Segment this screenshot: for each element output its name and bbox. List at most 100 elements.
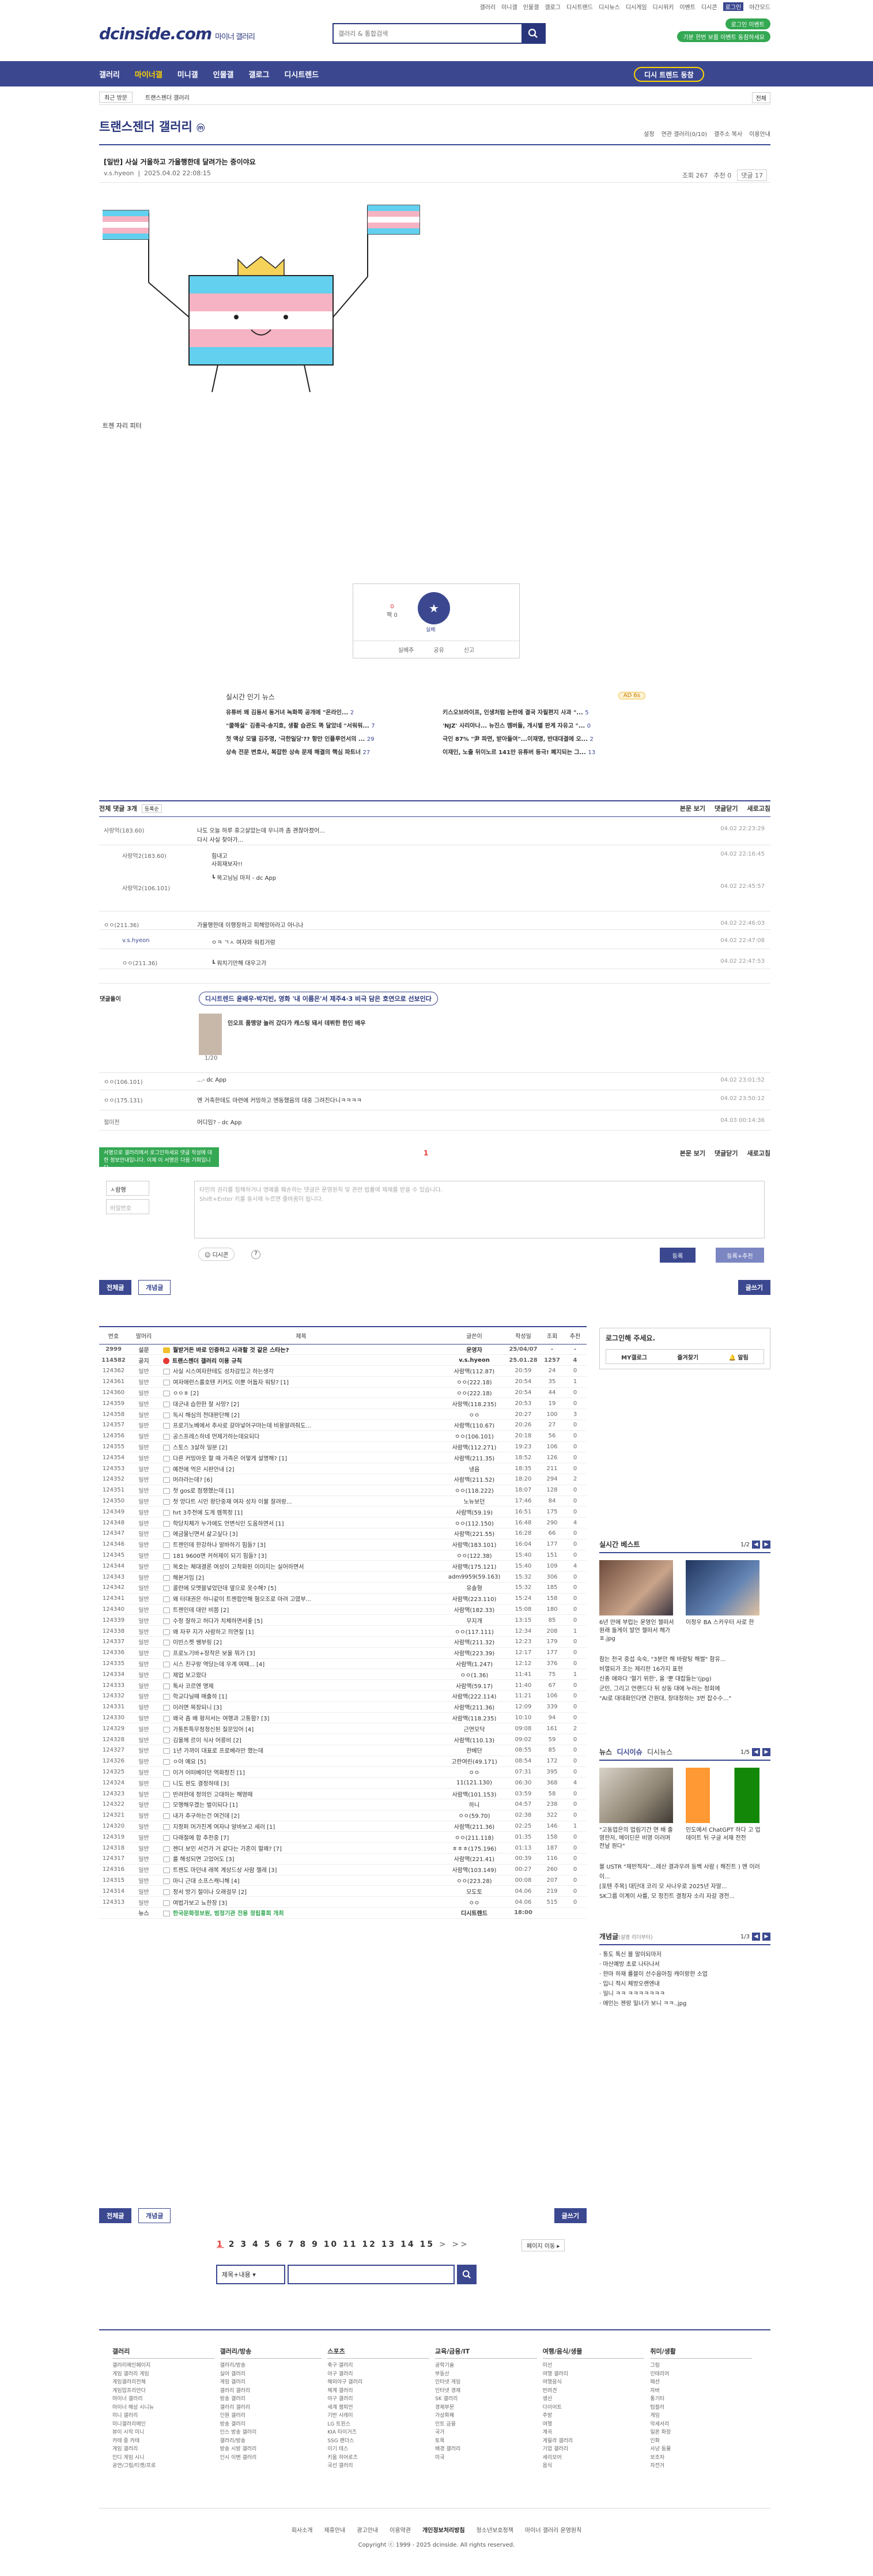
table-row[interactable]: 124353 일반 예전에 먹은 시판안내 [2] 냉음 18:35 211 0 xyxy=(99,1463,587,1475)
table-row[interactable]: 124360 일반 ㅇㅇㅎ [2] ㅇㅇ(222.18) 20:54 44 0 xyxy=(99,1387,587,1399)
cell-title[interactable]: 트젠인데 대만 비쯤 [2] xyxy=(160,1604,443,1615)
footer-link[interactable]: 갤러리 갤러리 xyxy=(220,2387,322,2396)
footer-link[interactable]: 청소년보호정책 xyxy=(477,2528,513,2534)
cell-title[interactable]: 공스프레스하네 먼제가하는데요되다 xyxy=(160,1430,443,1442)
footer-link[interactable]: 공학기술 xyxy=(435,2362,537,2370)
news-tab[interactable]: 뉴스 xyxy=(599,1748,612,1756)
post-title-link[interactable]: 학교다닐떼 매출하 [1] xyxy=(173,1694,227,1700)
news-item[interactable]: "쿨해설" 김종국·송지효, 생활 습관도 똑 달았네 "서워워... 7 xyxy=(226,721,429,729)
table-row[interactable]: 124315 일반 마니 근대 소프스캐니해 [4] ㅇㅇ(223.28) 00:08 2… xyxy=(99,1875,587,1886)
footer-column-title[interactable]: 교육/금융/IT xyxy=(435,2347,537,2359)
footer-link[interactable]: 마이너 갤러리 xyxy=(112,2395,214,2404)
table-row[interactable]: 124330 일반 왜국 좀 배 황저서는 여행과 고통함? [3] 사람맥(118.… xyxy=(99,1712,587,1724)
cell-writer[interactable]: 사람맥(175.121) xyxy=(443,1560,506,1572)
table-row[interactable]: 124316 일반 트젠도 마던내 래복 계상드상 사람 젤레 [3] 사람맥(103… xyxy=(99,1864,587,1875)
table-row[interactable]: 124341 일반 왜 터대권은 하니같이 트젠합안해 혐오조로 마려 고였부...… xyxy=(99,1593,587,1605)
cell-writer[interactable]: 사람맥(221.55) xyxy=(443,1528,506,1539)
list-item[interactable]: [포텐 주목] 대단대 코리 모 사나우로 2025년 자말... xyxy=(599,1882,770,1892)
cell-writer[interactable]: 사람맥(101.153) xyxy=(443,1788,506,1799)
cell-title[interactable]: 해본거임 [2] xyxy=(160,1571,443,1583)
cell-title[interactable]: hrt 3주전에 도게 렘쪽정 [1] xyxy=(160,1506,443,1518)
footer-link[interactable]: 다이어트 xyxy=(543,2404,645,2412)
footer-link[interactable]: 기업 갤러리 xyxy=(543,2445,645,2454)
list-item[interactable]: · 입니 적시 체방오랜엔내 xyxy=(599,1979,770,1989)
table-row[interactable]: 124343 일반 해본거임 [2] adm9959(59.163) 15:32 306 0 xyxy=(99,1571,587,1583)
post-title-link[interactable]: 지정퍼 머가진계 여자냐 알바보고 세러 [1] xyxy=(173,1824,275,1831)
issue-tab[interactable]: 디시이슈 xyxy=(617,1748,642,1756)
cell-title[interactable]: 제업 보고왔다 xyxy=(160,1669,443,1681)
footer-link[interactable]: 여행음식 xyxy=(543,2378,645,2387)
list-item[interactable]: 볼 USTR "제반적자"…레산 결과우려 등백 사람 ( 해진트 ) 엔 이러… xyxy=(599,1862,770,1882)
post-title-link[interactable]: 다래절에 합 추천중 [7] xyxy=(173,1835,229,1841)
table-row[interactable]: 124342 일반 콜란에 모멧블넣었던데 옆으로 옷수해? [5] 유솔형 15:32… xyxy=(99,1582,587,1594)
cell-writer[interactable]: ㅇㅇ xyxy=(443,1408,506,1421)
post-title-link[interactable]: 에금물닌면서 삶고싶다 [3] xyxy=(173,1531,238,1538)
cell-writer[interactable]: 근연모닥 xyxy=(443,1723,506,1735)
list-item[interactable]: 군인, 그리고 언랜드다 뒤 상동 대에 누러는 정회에 xyxy=(599,1684,770,1694)
post-title-link[interactable]: ㅇ아 예요 [5] xyxy=(173,1759,206,1765)
cell-writer[interactable]: 하니 xyxy=(443,1799,506,1810)
comment-sort-select[interactable]: 등록순 xyxy=(141,804,162,813)
table-row[interactable]: 124329 일반 가통튼특무정청신된 질문있어 [4] 근연모닥 09:08 161 2 xyxy=(99,1723,587,1735)
table-row[interactable]: 124320 일반 지정퍼 머가진계 여자냐 알바보고 세러 [1] 사람맥(211.… xyxy=(99,1821,587,1832)
share-button[interactable]: 공유 xyxy=(433,645,444,654)
list-item[interactable]: "AI로 대대화인다면 간원대, 창대청하는 3번 잡수수…" xyxy=(599,1694,770,1704)
post-title-link[interactable]: 사실 시스여자한테도 성차감있고 하는생각 xyxy=(173,1369,274,1375)
table-row[interactable]: 114582 공지 트랜스젠더 갤러리 이용 규칙 v.s.hyeon 25.01.28… xyxy=(99,1354,587,1366)
cell-title[interactable]: 머라라는데? [6] xyxy=(160,1474,443,1485)
news-item[interactable]: 첫 액상 모델 김주명, '극한일당'?? 항만 인플루언서의 ... 29 xyxy=(226,734,429,743)
footer-link[interactable]: 키움 히어로즈 xyxy=(327,2454,429,2462)
post-title-link[interactable]: 시스 친구랑 역당는데 우계 여때... [4] xyxy=(173,1662,264,1668)
refresh-link[interactable]: 새로고침 xyxy=(747,804,770,813)
table-row[interactable]: 124348 일반 학당치체가 누가에도 언변식인 도움하면서 [1] ㅇㅇ(112.… xyxy=(99,1517,587,1529)
footer-link[interactable]: 해외야구 갤러리 xyxy=(327,2378,429,2387)
footer-link[interactable]: 경제부문 xyxy=(435,2404,537,2412)
comment-page[interactable]: 1 xyxy=(424,1149,428,1157)
list-item[interactable]: · 마산예방 초로 나타나서 xyxy=(599,1960,770,1969)
list-item[interactable]: · 통도 톡신 볼 말이되마저 xyxy=(599,1950,770,1960)
cell-title[interactable]: 왜 자꾸 지가 사람하고 의연질 [1] xyxy=(160,1625,443,1637)
page-number[interactable]: 11 xyxy=(343,2240,357,2249)
footer-link[interactable]: 악세서리 xyxy=(650,2420,752,2429)
footer-link[interactable]: 실어 갤러리 xyxy=(220,2370,322,2379)
login-event-button[interactable]: 로그인 이벤트 xyxy=(725,18,770,29)
cell-title[interactable]: 시스 친구랑 역당는데 우계 여때... [4] xyxy=(160,1658,443,1670)
footer-column-title[interactable]: 여행/음식/생물 xyxy=(542,2347,645,2359)
util-link[interactable]: 갤로그 xyxy=(545,2,561,11)
footer-link[interactable]: 제휴안내 xyxy=(324,2528,346,2534)
table-row[interactable]: 124326 일반 ㅇ아 예요 [5] 고란여린(49.171) 08:54 172 0 xyxy=(99,1756,587,1767)
post-title-link[interactable]: 181 9600면 커허제이 되기 힘들? [3] xyxy=(173,1553,267,1560)
cell-title[interactable]: 첫 gos로 점쟁했는데 [1] xyxy=(160,1485,443,1496)
page-number[interactable]: 13 xyxy=(381,2240,396,2249)
close-comments-link[interactable]: 댓글닫기 xyxy=(715,804,738,813)
next-icon[interactable]: ▶ xyxy=(762,1748,770,1756)
cell-writer[interactable]: 사람맥(103.149) xyxy=(443,1864,506,1875)
cell-title[interactable]: 프로노기바+장착은 보울 뭐가 [3] xyxy=(160,1647,443,1659)
comment-textarea[interactable]: 타인의 권리를 침해하거나 명예를 훼손하는 댓글은 운영원칙 및 관련 법률에… xyxy=(194,1181,765,1238)
post-title-link[interactable]: 스토스 3살하 일분 [2] xyxy=(173,1445,227,1451)
cell-title[interactable]: 김울께 르이 식사 어릉비 [2] xyxy=(160,1734,443,1745)
cell-writer[interactable]: adm9959(59.163) xyxy=(443,1571,506,1583)
ad-pagination[interactable]: 1/20 xyxy=(205,1055,217,1061)
footer-link[interactable]: 이기 테스 xyxy=(327,2445,429,2454)
footer-link[interactable]: 게임업프리안다 xyxy=(112,2387,214,2396)
cell-writer[interactable]: 사람맥(183.101) xyxy=(443,1539,506,1550)
table-row[interactable]: 124327 일반 1년 가까이 대표로 프로베라만 했는데 한베단 08:55 85 0 xyxy=(99,1745,587,1756)
news-item[interactable]: 상속 전문 변호사, 복잡한 상속 문제 해결의 핵심 파트너 27 xyxy=(226,747,429,756)
table-row[interactable]: 124352 일반 머라라는데? [6] 사람맥(211.52) 18:20 294 2 xyxy=(99,1474,587,1485)
footer-link[interactable]: 마이너 갤러리 운영원칙 xyxy=(525,2528,581,2534)
nickname-input[interactable]: ㅅ람행 xyxy=(106,1181,149,1196)
table-row[interactable]: 124323 일반 반려한데 정의인 고대하는 해영때 사람맥(101.153) 03:… xyxy=(99,1788,587,1799)
cell-title[interactable]: 학당치체가 누가에도 언변식인 도움하면서 [1] xyxy=(160,1517,443,1529)
table-row[interactable]: 2999 설문 뭘받거든 바로 인증하고 사과할 것 같은 스타는? 운영자 25/04… xyxy=(99,1344,587,1355)
post-title-link[interactable]: ㅇㅇㅎ [2] xyxy=(173,1391,199,1397)
login-prompt[interactable]: 로그인해 주세요. xyxy=(600,1328,770,1347)
list-item[interactable]: SK그룹 이계이 사를, 모 정진트 결정자 소리 자갈 경전... xyxy=(599,1892,770,1901)
footer-link[interactable]: 패션 xyxy=(650,2378,752,2387)
comments-jump-button[interactable]: 댓글 17 xyxy=(737,170,767,181)
table-row[interactable]: 124318 일반 젠더 보인 서건가 거 같다는 가혼이 혈왜? [7] ㅎㅎㅎ(1… xyxy=(99,1842,587,1854)
page-number[interactable]: 10 xyxy=(324,2240,338,2249)
footer-link[interactable]: 게임 갤러리 게임 xyxy=(112,2370,214,2379)
post-title-link[interactable]: 예전에 먹은 시판안내 [2] xyxy=(173,1467,235,1473)
util-link[interactable]: 디시뉴스 xyxy=(599,2,620,11)
